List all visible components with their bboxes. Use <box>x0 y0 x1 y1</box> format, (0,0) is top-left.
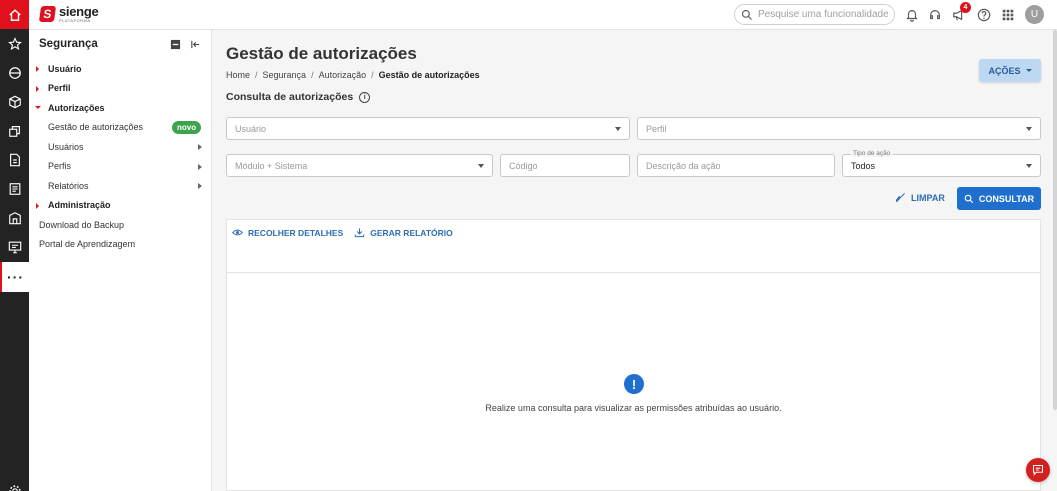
caret-right-icon <box>36 202 39 209</box>
tipo-acao-select[interactable]: Tipo de ação Todos <box>842 150 1041 177</box>
feature-search[interactable] <box>734 4 895 25</box>
caret-right-icon <box>36 85 39 92</box>
chevron-right-icon <box>198 144 202 150</box>
monitor-icon[interactable] <box>0 232 29 261</box>
sidebar-item-usuarios[interactable]: Usuários <box>29 137 212 157</box>
apps-grid-icon[interactable] <box>1000 7 1016 23</box>
sidebar-nav: Usuário Perfil Autorizações Gestão de au… <box>29 59 212 254</box>
collapse-details-button[interactable]: RECOLHER DETALHES <box>232 227 343 238</box>
breadcrumb: Home / Segurança / Autorização / Gestão … <box>226 70 480 80</box>
sidebar: Segurança Usuário Perfil Autorizações Ge… <box>29 30 212 491</box>
chat-button[interactable] <box>1026 458 1050 482</box>
sidebar-item-administracao[interactable]: Administração <box>29 196 212 216</box>
stack-icon[interactable] <box>0 116 29 145</box>
feature-search-input[interactable] <box>758 9 888 20</box>
collapse-all-icon[interactable] <box>170 39 181 50</box>
more-icon[interactable]: ··· <box>0 262 29 292</box>
alert-icon: ! <box>624 374 644 394</box>
modulo-sistema-select[interactable]: Módulo + Sistema <box>226 154 493 177</box>
breadcrumb-separator: / <box>255 70 258 80</box>
gear-icon[interactable] <box>0 476 29 491</box>
dropdown-arrow-icon <box>615 127 621 131</box>
caret-right-icon <box>36 66 39 72</box>
sidebar-item-usuario[interactable]: Usuário <box>29 59 212 79</box>
info-icon[interactable]: i <box>359 91 371 103</box>
star-icon[interactable] <box>0 29 29 58</box>
search-button[interactable]: CONSULTAR <box>957 187 1041 210</box>
actions-button[interactable]: AÇÕES <box>979 59 1041 82</box>
document-icon[interactable] <box>0 145 29 174</box>
dropdown-arrow-icon <box>1026 164 1032 168</box>
new-badge: novo <box>172 120 202 134</box>
broom-icon <box>895 193 905 203</box>
sidebar-item-download-backup[interactable]: Download do Backup <box>29 215 212 235</box>
descricao-acao-field[interactable]: Descrição da ação <box>637 154 835 177</box>
globe-icon[interactable] <box>0 58 29 87</box>
notifications-badge: 4 <box>960 2 971 13</box>
tipo-acao-label: Tipo de ação <box>851 150 893 157</box>
usuario-select[interactable]: Usuário <box>226 117 630 140</box>
chevron-down-icon <box>1025 69 1032 72</box>
hide-sidebar-icon[interactable] <box>190 39 201 50</box>
help-icon[interactable] <box>976 7 992 23</box>
cube-icon[interactable] <box>0 87 29 116</box>
search-icon <box>741 9 752 20</box>
breadcrumb-autorizacao[interactable]: Autorização <box>319 70 367 80</box>
perfil-select[interactable]: Perfil <box>637 117 1041 140</box>
results-panel: RECOLHER DETALHES GERAR RELATÓRIO ! Real… <box>226 219 1041 491</box>
sidebar-item-perfil[interactable]: Perfil <box>29 79 212 99</box>
breadcrumb-current: Gestão de autorizações <box>378 70 480 80</box>
panel-divider <box>227 272 1040 273</box>
search-icon <box>964 194 974 203</box>
brand-name: sienge <box>59 4 99 19</box>
main-content: Gestão de autorizações Home / Segurança … <box>212 30 1057 491</box>
chevron-right-icon <box>198 183 202 189</box>
eye-icon <box>232 229 243 236</box>
sidebar-item-autorizacoes[interactable]: Autorizações <box>29 98 212 118</box>
breadcrumb-seguranca[interactable]: Segurança <box>263 70 307 80</box>
left-rail: ··· <box>0 0 29 491</box>
sidebar-item-portal-aprendizagem[interactable]: Portal de Aprendizagem <box>29 235 212 255</box>
generate-report-button[interactable]: GERAR RELATÓRIO <box>354 227 453 238</box>
megaphone-icon[interactable]: 4 <box>951 2 971 23</box>
breadcrumb-separator: / <box>371 70 374 80</box>
tipo-acao-value: Todos <box>851 160 876 171</box>
section-title: Consulta de autorizações i <box>226 91 371 103</box>
codigo-field[interactable]: Código <box>500 154 630 177</box>
breadcrumb-home[interactable]: Home <box>226 70 250 80</box>
home-icon[interactable] <box>0 0 29 29</box>
headset-icon[interactable] <box>927 7 943 23</box>
clear-button[interactable]: LIMPAR <box>895 192 945 203</box>
caret-down-icon <box>35 106 41 109</box>
page-scrollbar[interactable] <box>1053 30 1057 410</box>
brand-subtitle: PLATAFORMA <box>59 18 91 23</box>
building-icon[interactable] <box>0 203 29 232</box>
chevron-right-icon <box>198 163 202 170</box>
dropdown-arrow-icon <box>1026 127 1032 131</box>
sidebar-title: Segurança <box>39 38 98 50</box>
sidebar-item-perfis[interactable]: Perfis <box>29 157 212 177</box>
user-avatar[interactable]: U <box>1025 5 1044 24</box>
dropdown-arrow-icon <box>478 164 484 168</box>
download-icon <box>355 228 365 238</box>
breadcrumb-separator: / <box>311 70 314 80</box>
bell-icon[interactable] <box>904 7 920 23</box>
sienge-logo[interactable]: S sienge PLATAFORMA <box>38 4 99 23</box>
list-doc-icon[interactable] <box>0 174 29 203</box>
chat-icon <box>1032 464 1044 476</box>
sienge-logo-mark: S <box>38 6 57 22</box>
empty-state-message: Realize uma consulta para visualizar as … <box>485 403 782 413</box>
sidebar-item-relatorios[interactable]: Relatórios <box>29 176 212 196</box>
sidebar-item-gestao-autorizacoes[interactable]: Gestão de autorizações novo <box>29 118 212 138</box>
page-title: Gestão de autorizações <box>226 44 417 63</box>
top-header: S sienge PLATAFORMA 4 U <box>29 0 1057 30</box>
